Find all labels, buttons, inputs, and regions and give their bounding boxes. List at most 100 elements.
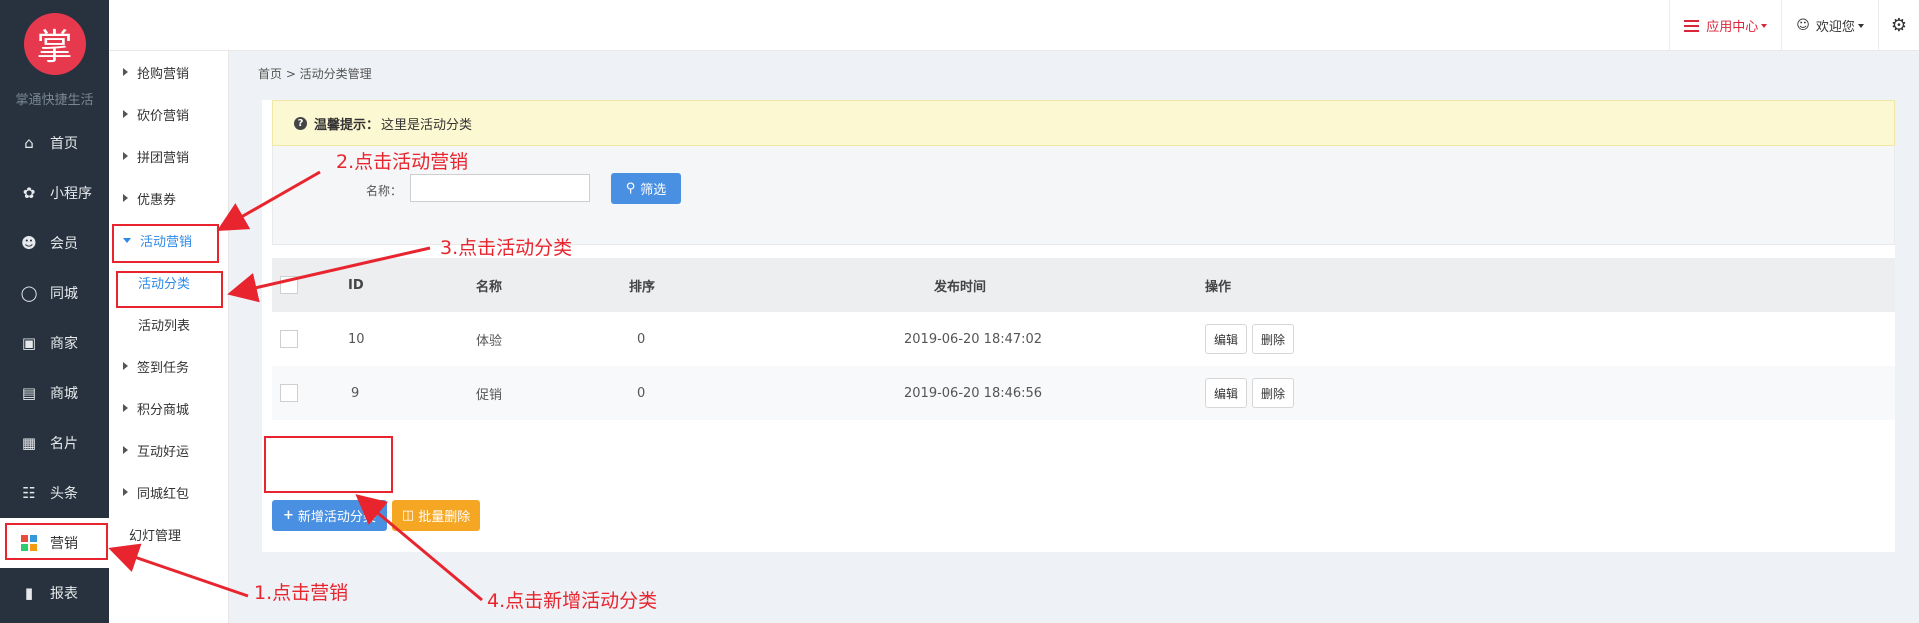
caret-right-icon xyxy=(123,446,128,454)
breadcrumb: 首页 > 活动分类管理 xyxy=(258,67,372,81)
subnav-item-label: 幻灯管理 xyxy=(129,528,182,544)
caret-right-icon xyxy=(123,488,128,496)
settings-button[interactable]: ⚙ xyxy=(1877,0,1919,51)
subnav-item-group-buy[interactable]: 拼团营销 xyxy=(109,135,228,177)
filter-button[interactable]: ⚲ 筛选 xyxy=(611,173,681,204)
caret-right-icon xyxy=(123,68,128,76)
subnav-child-activity-list[interactable]: 活动列表 xyxy=(109,303,228,345)
subnav-item-label: 互动好运 xyxy=(137,444,190,460)
plus-icon: + xyxy=(283,508,294,523)
top-header: 应用中心 ☺ 欢迎您 ⚙ xyxy=(109,0,1919,51)
row-actions: 编辑 删除 xyxy=(1205,324,1299,354)
table-row: 10 体验 0 2019-06-20 18:47:02 编辑 删除 xyxy=(272,312,1895,366)
subnav-item-label: 签到任务 xyxy=(137,360,190,376)
header-sort: 排序 xyxy=(629,279,656,295)
subnav-item-points-mall[interactable]: 积分商城 xyxy=(109,387,228,429)
select-all-checkbox[interactable] xyxy=(280,276,298,294)
gear-icon: ⚙ xyxy=(1890,15,1907,36)
tip-label: 温馨提示： xyxy=(314,117,380,133)
nav-item-miniapp[interactable]: ✿ 小程序 xyxy=(0,168,109,218)
subnav-child-activity-category[interactable]: 活动分类 xyxy=(109,261,228,303)
table-row: 9 促销 0 2019-06-20 18:46:56 编辑 删除 xyxy=(272,366,1895,420)
nav-item-label: 营销 xyxy=(50,536,78,552)
caret-right-icon xyxy=(123,362,128,370)
user-menu-button[interactable]: ☺ 欢迎您 xyxy=(1781,0,1878,51)
subnav-item-label: 活动营销 xyxy=(140,234,193,250)
subnav-child-label: 活动分类 xyxy=(138,276,191,292)
subnav-item-label: 抢购营销 xyxy=(137,66,190,82)
batch-delete-label: 批量删除 xyxy=(418,510,471,525)
nav-item-home[interactable]: ⌂ 首页 xyxy=(0,118,109,168)
edit-button[interactable]: 编辑 xyxy=(1205,324,1248,354)
search-icon: ⚲ xyxy=(625,181,636,196)
app-center-label: 应用中心 xyxy=(1706,20,1759,35)
trash-icon: ◫ xyxy=(401,508,415,523)
subnav-item-coupon[interactable]: 优惠券 xyxy=(109,177,228,219)
bulk-actions: + 新增活动分类 ◫ 批量删除 xyxy=(272,500,481,531)
delete-button[interactable]: 删除 xyxy=(1252,324,1295,354)
subnav-item-activity-marketing[interactable]: 活动营销 xyxy=(109,219,228,261)
chevron-down-icon xyxy=(1857,23,1864,28)
row-id: 9 xyxy=(351,385,360,401)
subnav-item-red-packet[interactable]: 同城红包 xyxy=(109,471,228,513)
edit-button[interactable]: 编辑 xyxy=(1205,378,1248,408)
news-icon: ☷ xyxy=(22,484,36,502)
app-center-button[interactable]: 应用中心 xyxy=(1669,0,1781,51)
header-actions: 操作 xyxy=(1205,279,1232,295)
row-id: 10 xyxy=(348,331,365,347)
delete-button[interactable]: 删除 xyxy=(1252,378,1295,408)
miniapp-icon: ✿ xyxy=(22,184,36,202)
nav-item-label: 同城 xyxy=(50,286,78,302)
tip-bar: ? 温馨提示： 这里是活动分类 xyxy=(272,100,1895,146)
subnav-item-label: 拼团营销 xyxy=(137,150,190,166)
subnav-item-label: 同城红包 xyxy=(137,486,190,502)
subnav-item-bargain[interactable]: 砍价营销 xyxy=(109,93,228,135)
subnav-item-slides[interactable]: 幻灯管理 xyxy=(109,513,228,555)
annotation-step2: 2.点击活动营销 xyxy=(336,151,469,173)
caret-down-icon xyxy=(123,237,131,243)
nav-item-report[interactable]: ▮ 报表 xyxy=(0,568,109,618)
nav-item-label: 会员 xyxy=(50,236,78,252)
subnav-item-lucky[interactable]: 互动好运 xyxy=(109,429,228,471)
card-icon: ▦ xyxy=(21,434,37,452)
row-name: 体验 xyxy=(476,333,503,349)
nav-item-label: 首页 xyxy=(50,136,78,152)
row-sort: 0 xyxy=(637,385,646,401)
store-icon: ▣ xyxy=(21,334,37,352)
subnav-item-label: 积分商城 xyxy=(137,402,190,418)
name-filter-input[interactable] xyxy=(410,174,590,202)
user-icon: ☻ xyxy=(21,234,37,252)
caret-right-icon xyxy=(123,194,128,202)
grid-icon xyxy=(18,535,40,551)
category-table: ID 名称 排序 发布时间 操作 10 体验 0 2019-06-20 18:4… xyxy=(272,258,1895,420)
nav-item-card[interactable]: ▦ 名片 xyxy=(0,418,109,468)
subnav-item-checkin[interactable]: 签到任务 xyxy=(109,345,228,387)
nav-item-city[interactable]: ◯ 同城 xyxy=(0,268,109,318)
row-checkbox[interactable] xyxy=(280,384,298,402)
nav-item-member[interactable]: ☻ 会员 xyxy=(0,218,109,268)
row-time: 2019-06-20 18:47:02 xyxy=(904,331,1043,347)
batch-delete-button[interactable]: ◫ 批量删除 xyxy=(391,500,481,531)
chevron-down-icon xyxy=(1761,23,1768,28)
nav-item-marketing[interactable]: 营销 xyxy=(0,518,109,568)
subnav-child-label: 活动列表 xyxy=(138,318,191,334)
name-filter-label: 名称： xyxy=(366,184,403,198)
add-category-button[interactable]: + 新增活动分类 xyxy=(272,500,387,531)
sub-nav: 抢购营销 砍价营销 拼团营销 优惠券 活动营销 活动分类 活动列表 签到任务 积… xyxy=(109,51,229,623)
subnav-item-flash-sale[interactable]: 抢购营销 xyxy=(109,51,228,93)
annotation-step4: 4.点击新增活动分类 xyxy=(487,590,658,612)
shop-icon: ▤ xyxy=(21,384,37,402)
home-icon: ⌂ xyxy=(24,134,34,152)
nav-item-news[interactable]: ☷ 头条 xyxy=(0,468,109,518)
main-nav: ⌂ 首页 ✿ 小程序 ☻ 会员 ◯ 同城 ▣ 商家 ▤ 商城 ▦ 名片 ☷ 头条… xyxy=(0,118,109,618)
top-right-actions: 应用中心 ☺ 欢迎您 ⚙ xyxy=(1669,0,1919,51)
nav-item-label: 报表 xyxy=(50,586,78,602)
header-time: 发布时间 xyxy=(934,279,987,295)
welcome-label: 欢迎您 xyxy=(1815,20,1855,35)
nav-item-mall[interactable]: ▤ 商城 xyxy=(0,368,109,418)
content-panel: ? 温馨提示： 这里是活动分类 名称： ⚲ 筛选 ID 名称 排序 发布时间 操… xyxy=(262,100,1895,552)
nav-item-merchant[interactable]: ▣ 商家 xyxy=(0,318,109,368)
header-id: ID xyxy=(348,277,364,293)
user-icon: ☺ xyxy=(1796,18,1810,33)
row-checkbox[interactable] xyxy=(280,330,298,348)
